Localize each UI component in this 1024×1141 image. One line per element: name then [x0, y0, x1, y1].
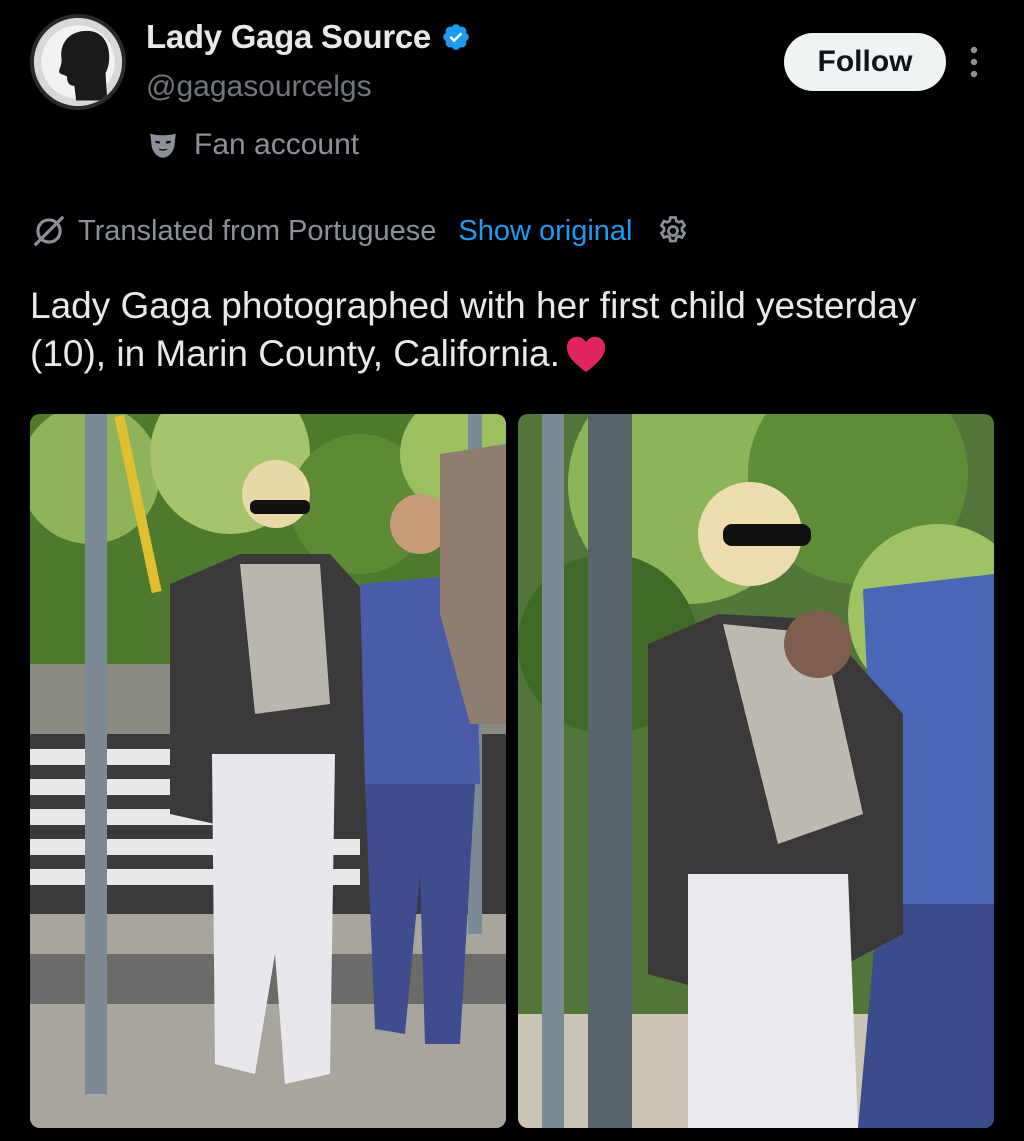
translate-icon — [33, 215, 65, 247]
tweet-photo-2[interactable] — [518, 414, 994, 1128]
paparazzi-photo-icon — [518, 414, 994, 1128]
account-label-row: Fan account — [146, 128, 359, 162]
theater-mask-icon — [150, 133, 176, 158]
tweet-body: Lady Gaga photographed with her first ch… — [30, 285, 917, 374]
red-heart-emoji-icon — [566, 336, 605, 373]
display-name[interactable]: Lady Gaga Source — [146, 18, 431, 56]
tweet-text: Lady Gaga photographed with her first ch… — [30, 282, 1000, 378]
account-name-row: Lady Gaga Source — [146, 18, 471, 56]
gear-icon[interactable] — [655, 213, 691, 249]
tweet-photo-1[interactable] — [30, 414, 506, 1128]
translation-notice: Translated from Portuguese Show original — [30, 212, 691, 250]
follow-button[interactable]: Follow — [784, 33, 946, 91]
show-original-link[interactable]: Show original — [458, 215, 632, 248]
woman-silhouette-avatar-icon — [34, 18, 122, 106]
fan-account-label: Fan account — [194, 128, 360, 161]
paparazzi-photo-icon — [30, 414, 506, 1128]
more-vertical-icon[interactable] — [962, 42, 986, 82]
account-handle[interactable]: @gagasourcelgs — [146, 70, 372, 104]
translated-from-label: Translated from Portuguese — [78, 214, 437, 247]
verified-badge-icon — [443, 24, 469, 50]
avatar[interactable] — [30, 14, 126, 110]
